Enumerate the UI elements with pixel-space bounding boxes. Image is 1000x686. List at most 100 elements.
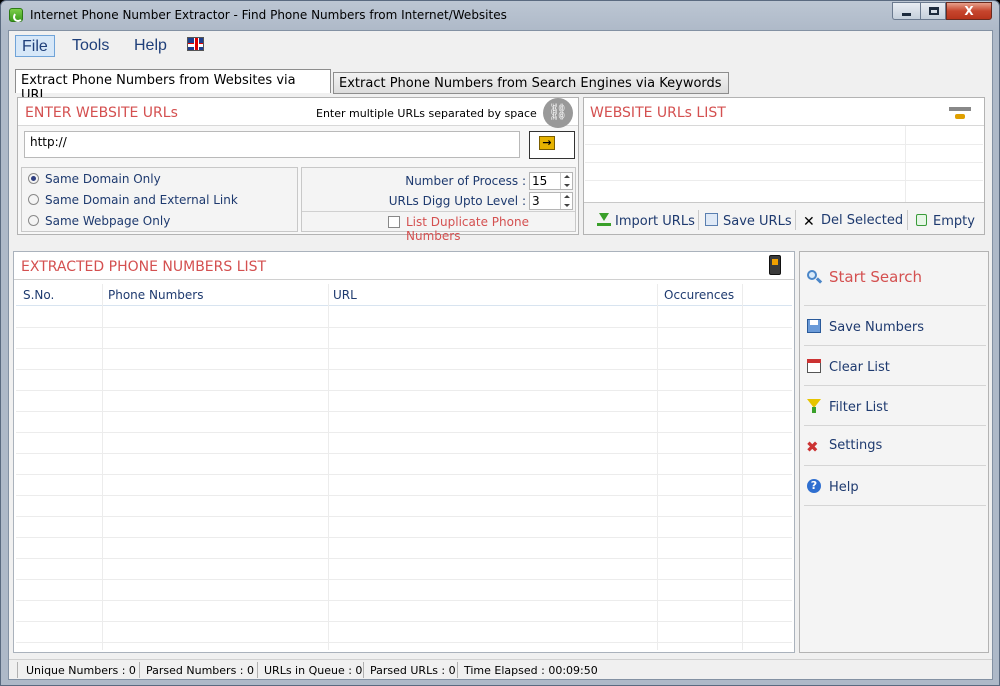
- table-row: [16, 432, 792, 433]
- minimize-icon: [902, 13, 911, 16]
- digg-value: 3: [532, 194, 540, 208]
- status-value: 0: [448, 664, 456, 677]
- duplicate-checkbox[interactable]: [388, 216, 400, 228]
- radio-label: Same Webpage Only: [45, 214, 171, 228]
- status-bar: Unique Numbers : 0 Parsed Numbers : 0 UR…: [9, 659, 992, 679]
- status-separator: [457, 662, 458, 678]
- divider: [804, 385, 986, 386]
- table-row: [16, 642, 792, 643]
- parsed-numbers-status: Parsed Numbers : 0: [146, 664, 254, 677]
- status-separator: [139, 662, 140, 678]
- client-area: File Tools Help Extract Phone Numbers fr…: [8, 30, 993, 680]
- url-list-title: WEBSITE URLs LIST: [590, 105, 726, 121]
- duplicate-label[interactable]: List Duplicate Phone Numbers: [406, 215, 575, 243]
- help-button[interactable]: ? Help: [806, 478, 859, 495]
- hub-icon: [947, 104, 973, 120]
- column-phone-numbers[interactable]: Phone Numbers: [108, 288, 203, 302]
- menu-file[interactable]: File: [15, 35, 55, 57]
- table-row: [16, 474, 792, 475]
- process-label: Number of Process :: [405, 174, 526, 188]
- table-row: [16, 369, 792, 370]
- menu-help[interactable]: Help: [128, 35, 173, 57]
- toolbar-separator: [907, 210, 908, 230]
- divider: [804, 425, 986, 426]
- status-label: Parsed Numbers :: [146, 664, 244, 677]
- save-urls-button[interactable]: Save URLs: [705, 213, 792, 229]
- clear-list-label: Clear List: [829, 360, 890, 375]
- column-sno[interactable]: S.No.: [23, 288, 54, 302]
- phone-list-panel: EXTRACTED PHONE NUMBERS LIST S.No. Phone…: [13, 251, 795, 653]
- title-bar[interactable]: Internet Phone Number Extractor - Find P…: [1, 1, 999, 29]
- status-separator: [257, 662, 258, 678]
- process-settings-group: Number of Process : 15 URLs Digg Upto Le…: [301, 167, 576, 243]
- magnifier-icon: [806, 269, 823, 285]
- digg-level-stepper[interactable]: 3: [529, 192, 573, 210]
- table-row: [16, 600, 792, 601]
- tab-websites-url[interactable]: Extract Phone Numbers from Websites via …: [15, 69, 331, 103]
- status-value: 00:09:50: [548, 664, 598, 677]
- table-row: [16, 390, 792, 391]
- mobile-phone-icon: [769, 255, 781, 275]
- parsed-urls-status: Parsed URLs : 0: [370, 664, 456, 677]
- grid-line: [657, 284, 658, 650]
- radio-same-webpage[interactable]: Same Webpage Only: [28, 214, 170, 228]
- table-row: [16, 327, 792, 328]
- maximize-button[interactable]: [920, 2, 946, 20]
- radio-same-domain[interactable]: Same Domain Only: [28, 172, 161, 186]
- empty-list-button[interactable]: Empty: [915, 213, 975, 229]
- toolbar-separator: [795, 210, 796, 230]
- clear-list-icon: [806, 358, 822, 374]
- save-numbers-button[interactable]: Save Numbers: [806, 318, 924, 335]
- table-row: [16, 558, 792, 559]
- radio-icon: [28, 173, 39, 184]
- filter-list-button[interactable]: Filter List: [806, 398, 888, 415]
- phone-app-icon: [9, 8, 23, 22]
- menu-tools[interactable]: Tools: [66, 35, 115, 57]
- status-label: URLs in Queue :: [264, 664, 352, 677]
- start-search-button[interactable]: Start Search: [806, 268, 922, 286]
- delete-selected-button[interactable]: ✕ Del Selected: [803, 213, 903, 230]
- grid-line: [905, 126, 906, 202]
- import-urls-button[interactable]: Import URLs: [597, 213, 695, 229]
- tools-icon: ✖: [806, 438, 819, 456]
- add-url-button[interactable]: →: [529, 131, 575, 159]
- settings-button[interactable]: ✖ Settings: [806, 438, 882, 456]
- divider: [302, 211, 575, 212]
- url-panel-title: ENTER WEBSITE URLs: [25, 105, 178, 121]
- close-button[interactable]: X: [946, 2, 992, 20]
- column-occurences[interactable]: Occurences: [664, 288, 734, 302]
- table-row: [16, 579, 792, 580]
- save-disk-icon: [806, 318, 822, 334]
- app-window: Internet Phone Number Extractor - Find P…: [0, 0, 1000, 686]
- table-row: [16, 495, 792, 496]
- clear-list-button[interactable]: Clear List: [806, 358, 890, 375]
- time-elapsed-status: Time Elapsed : 00:09:50: [464, 664, 598, 677]
- download-arrow-icon: [597, 213, 611, 227]
- radio-label: Same Domain and External Link: [45, 193, 238, 207]
- radio-icon: [28, 194, 39, 205]
- spin-arrows-icon[interactable]: [560, 173, 572, 189]
- status-value: 0: [128, 664, 136, 677]
- table-row: [16, 453, 792, 454]
- window-title: Internet Phone Number Extractor - Find P…: [30, 8, 507, 22]
- settings-label: Settings: [829, 438, 883, 453]
- grid-line: [328, 284, 329, 650]
- tab-search-engines[interactable]: Extract Phone Numbers from Search Engine…: [333, 72, 729, 94]
- start-search-label: Start Search: [829, 268, 922, 286]
- url-input[interactable]: http://: [24, 131, 520, 158]
- minimize-button[interactable]: [892, 2, 920, 20]
- delete-x-icon: ✕: [803, 214, 815, 230]
- radio-external-link[interactable]: Same Domain and External Link: [28, 193, 238, 207]
- process-stepper[interactable]: 15: [529, 172, 573, 190]
- divider: [804, 465, 986, 466]
- table-row: [16, 411, 792, 412]
- table-row: [16, 516, 792, 517]
- status-label: Unique Numbers :: [26, 664, 126, 677]
- spin-arrows-icon[interactable]: [560, 193, 572, 209]
- column-url[interactable]: URL: [333, 288, 357, 302]
- chain-link-icon[interactable]: ⛓: [543, 98, 573, 128]
- unique-numbers-status: Unique Numbers : 0: [26, 664, 136, 677]
- help-question-icon: ?: [806, 478, 822, 494]
- uk-flag-icon[interactable]: [187, 37, 204, 51]
- radio-icon: [28, 215, 39, 226]
